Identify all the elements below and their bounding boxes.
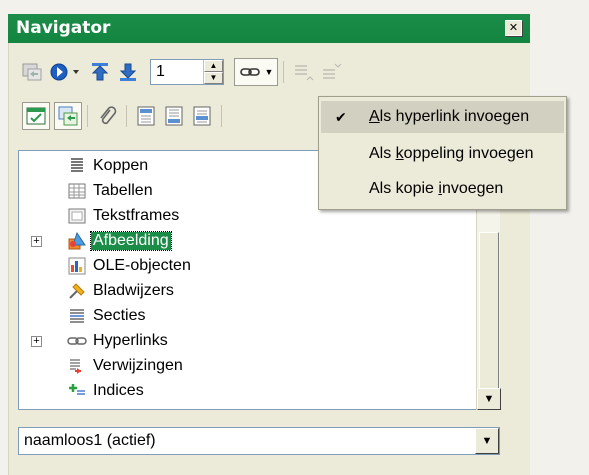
tree-item-label: Tabellen [93, 182, 153, 199]
dropdown-arrow-icon: ▼ [264, 67, 274, 77]
promote-level-icon [295, 65, 314, 81]
previous-object-icon [91, 63, 109, 81]
anchor-text-icon [193, 106, 211, 126]
bookmark-icon [69, 283, 85, 299]
navigate-by-icon [50, 63, 79, 81]
tree-item-label: Secties [93, 307, 146, 324]
navigate-by-button[interactable] [46, 58, 86, 86]
index-icon [69, 384, 85, 395]
navigator-window: Navigator ✕ 1 ▲ ▼ ▼ Koppen Tabellen Teks… [0, 0, 589, 475]
hyperlink-icon [67, 337, 87, 345]
headings-icon [71, 158, 83, 172]
frame-icon [68, 208, 86, 224]
tree-item-label: Hyperlinks [93, 332, 168, 349]
demote-level-button[interactable] [317, 58, 345, 86]
page-number-value[interactable]: 1 [151, 60, 203, 84]
checkmark-icon: ✔ [335, 108, 347, 125]
scroll-down-button[interactable]: ▼ [477, 388, 501, 410]
toolbar-separator [283, 61, 284, 83]
menu-item-insert-as-hyperlink[interactable]: ✔ Als hyperlink invoegen [321, 101, 564, 133]
menu-item-insert-as-copy[interactable]: Als kopie invoegen [321, 173, 564, 205]
close-icon: ✕ [508, 22, 519, 34]
section-icon [70, 309, 84, 323]
tree-item-label: Indices [93, 382, 144, 399]
content-view-icon [58, 106, 78, 126]
previous-button[interactable] [86, 58, 114, 86]
toolbar-view [22, 102, 227, 130]
header-button[interactable] [132, 102, 160, 130]
toolbar-separator [221, 105, 222, 127]
tree-item-label: Koppen [93, 157, 149, 174]
close-button[interactable]: ✕ [505, 20, 522, 36]
graphics-icon [68, 231, 86, 250]
navigation-toggle-button[interactable] [18, 58, 46, 86]
anchor-text-button[interactable] [188, 102, 216, 130]
page-number-spinbox[interactable]: 1 ▲ ▼ [150, 59, 224, 85]
tree-item-label: Tekstframes [93, 207, 180, 224]
tree-item-label: Verwijzingen [93, 357, 183, 374]
document-select-value: naamloos1 (actief) [24, 432, 156, 449]
tree-item-label: Afbeelding [90, 231, 172, 251]
navigation-toggle-icon [22, 63, 42, 81]
title-bar[interactable]: Navigator ✕ [8, 14, 530, 43]
drag-mode-menu: ✔ Als hyperlink invoegen Als koppeling i… [318, 96, 567, 210]
header-icon [137, 106, 155, 126]
list-box-icon [26, 107, 46, 125]
link-chain-icon [239, 68, 260, 76]
footer-button[interactable] [160, 102, 188, 130]
expand-button[interactable]: + [31, 235, 42, 247]
paperclip-icon [100, 106, 117, 125]
toolbar-navigation: 1 ▲ ▼ ▼ [18, 58, 345, 86]
demote-level-icon [323, 63, 342, 79]
toolbar-separator [126, 105, 127, 127]
spin-up-button[interactable]: ▲ [204, 60, 223, 72]
toolbar-separator [87, 105, 88, 127]
content-view-button[interactable] [54, 102, 82, 130]
scrollbar-thumb[interactable] [479, 232, 499, 392]
list-box-toggle-button[interactable] [22, 102, 50, 130]
spin-down-button[interactable]: ▼ [204, 72, 223, 84]
menu-item-insert-as-link[interactable]: Als koppeling invoegen [321, 138, 564, 170]
expand-button[interactable]: + [31, 335, 42, 347]
document-dropdown-button[interactable]: ▼ [475, 428, 499, 454]
next-object-icon [119, 63, 137, 81]
promote-level-button[interactable] [289, 58, 317, 86]
document-select[interactable]: naamloos1 (actief) ▼ [18, 427, 500, 455]
chevron-down-icon: ▼ [481, 435, 493, 447]
arrow-down-icon: ▼ [483, 393, 495, 405]
reminder-button[interactable] [93, 102, 121, 130]
table-icon [68, 183, 86, 199]
ole-object-icon [68, 257, 86, 275]
window-title: Navigator [16, 18, 111, 38]
drag-mode-button[interactable]: ▼ [234, 58, 278, 86]
tree-item-label: Bladwijzers [93, 282, 174, 299]
tree-item-label: OLE-objecten [93, 257, 191, 274]
reference-icon [70, 359, 81, 374]
next-button[interactable] [114, 58, 142, 86]
footer-icon [165, 106, 183, 126]
